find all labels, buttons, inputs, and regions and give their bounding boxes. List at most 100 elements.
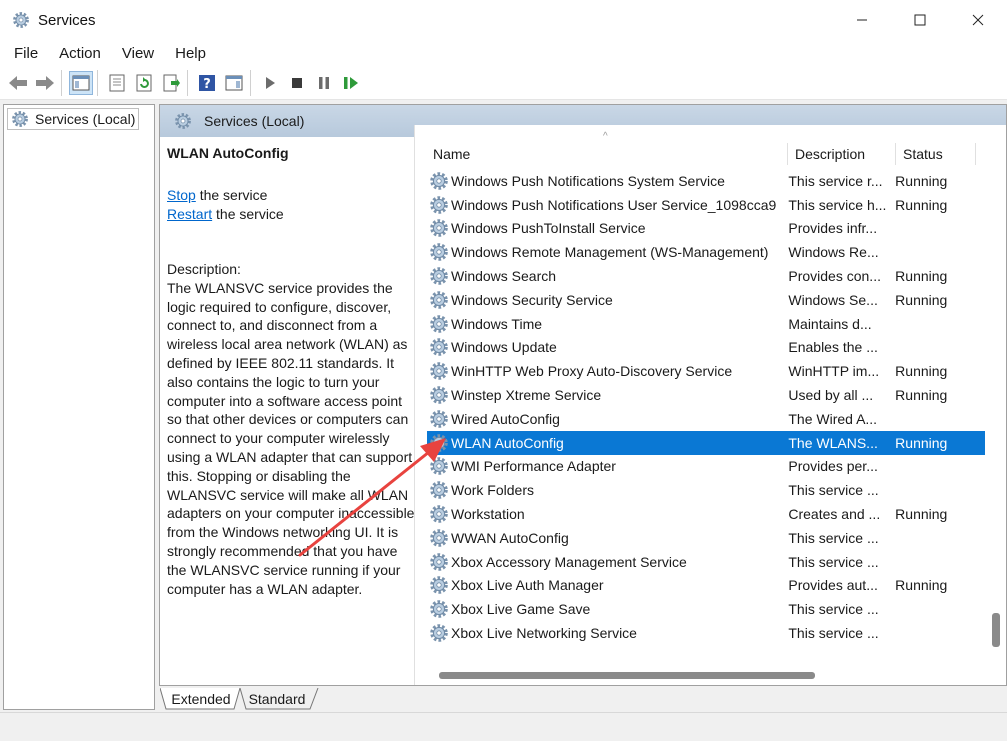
service-gear-icon (429, 242, 449, 262)
column-header-description[interactable]: Description (795, 141, 895, 167)
service-status-cell: Running (895, 434, 948, 451)
table-row[interactable]: Windows Push Notifications User Service_… (427, 193, 985, 217)
table-row[interactable]: Xbox Accessory Management Service This se… (427, 550, 985, 574)
start-service-button[interactable] (258, 71, 282, 95)
column-separator[interactable] (975, 143, 976, 165)
service-status-cell: Running (895, 387, 948, 404)
column-separator[interactable] (787, 143, 788, 165)
service-name-cell: WWAN AutoConfig (451, 529, 569, 546)
export-list-button[interactable] (159, 71, 183, 95)
stop-service-link[interactable]: Stop (167, 187, 196, 203)
help-button[interactable]: ? (195, 71, 219, 95)
pause-service-button[interactable] (312, 71, 336, 95)
horizontal-scrollbar[interactable] (429, 669, 989, 681)
tab-extended[interactable]: Extended (166, 688, 236, 710)
service-name-cell: Windows Push Notifications System Servic… (451, 172, 725, 189)
service-name-cell: Xbox Live Game Save (451, 601, 591, 618)
tree-item-services-local[interactable]: Services (Local) (7, 108, 140, 130)
properties-button[interactable] (105, 71, 129, 95)
services-gear-icon (174, 112, 192, 130)
table-row[interactable]: Windows Search Provides con... Running (427, 264, 985, 288)
minimize-icon (857, 19, 867, 21)
table-row[interactable]: WMI Performance Adapter Provides per... (427, 455, 985, 479)
column-separator[interactable] (895, 143, 896, 165)
restart-service-link[interactable]: Restart (167, 206, 212, 222)
panel-header-title: Services (Local) (204, 113, 305, 129)
menu-help[interactable]: Help (168, 45, 213, 62)
table-row[interactable]: Windows Push Notifications System Servic… (427, 169, 985, 193)
service-gear-icon (429, 314, 449, 334)
restart-service-button[interactable] (339, 71, 363, 95)
service-gear-icon (429, 218, 449, 238)
table-row[interactable]: WWAN AutoConfig This service ... (427, 526, 985, 550)
toolbar-separator (61, 69, 62, 96)
play-icon (266, 76, 275, 89)
close-button[interactable] (949, 0, 1007, 40)
service-name-cell: Xbox Accessory Management Service (451, 553, 687, 570)
service-description-cell: Windows Re... (788, 244, 879, 261)
forward-button[interactable] (33, 71, 57, 95)
service-name-cell: WLAN AutoConfig (451, 434, 564, 451)
column-header-name[interactable]: Name (433, 141, 773, 167)
service-status-cell: Running (895, 196, 948, 213)
minimize-button[interactable] (833, 0, 891, 40)
refresh-button[interactable] (132, 71, 156, 95)
table-row[interactable]: Workstation Creates and ... Running (427, 502, 985, 526)
maximize-button[interactable] (891, 0, 949, 40)
service-description-cell: This service ... (788, 529, 879, 546)
table-row[interactable]: Windows PushToInstall Service Provides in… (427, 217, 985, 241)
properties-icon (109, 74, 125, 91)
service-name-cell: WinHTTP Web Proxy Auto-Discovery Service (451, 363, 733, 380)
table-row[interactable]: Windows Update Enables the ... (427, 336, 985, 360)
table-row[interactable]: Windows Remote Management (WS-Management… (427, 240, 985, 264)
tree-item-label: Services (Local) (35, 111, 136, 127)
show-action-pane-button[interactable] (222, 71, 246, 95)
table-row[interactable]: Xbox Live Auth Manager Provides aut... Run… (427, 574, 985, 598)
table-row[interactable]: Windows Security Service Windows Se... Run… (427, 288, 985, 312)
service-description-cell: The Wired A... (788, 410, 878, 427)
service-gear-icon (429, 290, 449, 310)
service-description-cell: Provides infr... (788, 220, 878, 237)
table-row[interactable]: Xbox Live Networking Service This service… (427, 621, 985, 645)
service-description-cell: Enables the ... (788, 339, 878, 356)
service-description-cell: This service ... (788, 482, 879, 499)
service-status-cell: Running (895, 363, 948, 380)
stop-service-button[interactable] (285, 71, 309, 95)
table-row[interactable]: Windows Time Maintains d... (427, 312, 985, 336)
service-gear-icon (429, 409, 449, 429)
vertical-scroll-thumb[interactable] (992, 613, 1000, 647)
table-row[interactable]: Work Folders This service ... (427, 478, 985, 502)
menu-view[interactable]: View (115, 45, 161, 62)
menu-bar: File Action View Help (0, 40, 1007, 66)
menu-file[interactable]: File (7, 45, 45, 62)
service-description-cell: This service h... (788, 196, 887, 213)
service-description-cell: This service ... (788, 601, 879, 618)
service-gear-icon (429, 266, 449, 286)
table-row[interactable]: WinHTTP Web Proxy Auto-Discovery Service… (427, 359, 985, 383)
services-panel: Services (Local) WLAN AutoConfig Stop th… (159, 104, 1007, 686)
service-gear-icon (429, 195, 449, 215)
forward-arrow-icon (36, 75, 54, 90)
table-row[interactable]: WLAN AutoConfig The WLANS... Running (427, 430, 985, 455)
service-gear-icon (429, 599, 449, 619)
column-header-status[interactable]: Status (903, 141, 973, 167)
tab-standard[interactable]: Standard (244, 688, 310, 710)
service-gear-icon (429, 552, 449, 572)
vertical-scrollbar[interactable] (990, 169, 1002, 669)
menu-action[interactable]: Action (52, 45, 108, 62)
service-gear-icon (429, 337, 449, 357)
service-description-cell: Creates and ... (788, 506, 881, 523)
horizontal-scroll-thumb[interactable] (439, 672, 815, 679)
service-description-cell: This service r... (788, 172, 883, 189)
table-row[interactable]: Xbox Live Game Save This service ... (427, 597, 985, 621)
service-name-cell: Windows Search (451, 268, 557, 285)
window-title: Services (38, 11, 96, 29)
svg-text:?: ? (203, 77, 211, 92)
table-row[interactable]: Winstep Xtreme Service Used by all ... Run… (427, 383, 985, 407)
service-description-cell: Provides con... (788, 268, 881, 285)
table-row[interactable]: Wired AutoConfig The Wired A... (427, 407, 985, 431)
show-hide-console-tree-button[interactable] (69, 70, 93, 95)
selected-service-name: WLAN AutoConfig (167, 145, 289, 161)
service-name-cell: Windows Time (451, 315, 543, 332)
back-button[interactable] (6, 71, 30, 95)
